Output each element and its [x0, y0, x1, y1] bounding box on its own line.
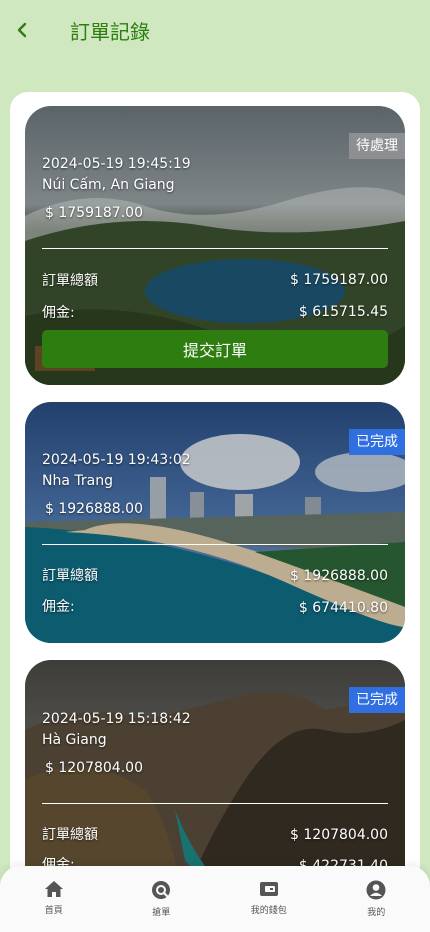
- order-amount: $ 1207804.00: [45, 760, 143, 776]
- tab-profile[interactable]: 我的: [323, 866, 430, 932]
- commission-label: 佣金:: [42, 305, 75, 321]
- status-badge: 已完成: [349, 429, 405, 455]
- divider: [42, 803, 388, 804]
- wallet-icon: [259, 882, 278, 896]
- order-amount: $ 1759187.00: [45, 205, 143, 221]
- tab-label: 搶單: [152, 908, 171, 918]
- home-icon: [44, 881, 63, 897]
- total-label: 訂單總額: [42, 827, 98, 843]
- total-label: 訂單總額: [42, 568, 98, 584]
- commission-value: $ 674410.80: [298, 600, 388, 616]
- total-value: $ 1207804.00: [290, 827, 388, 843]
- status-badge: 已完成: [349, 687, 405, 713]
- commission-value: $ 615715.45: [298, 304, 388, 320]
- status-badge: 待處理: [349, 133, 405, 159]
- order-place: Núi Cấm, An Giang: [42, 177, 175, 193]
- tab-grab-order[interactable]: 搶單: [108, 866, 216, 932]
- submit-order-button[interactable]: 提交訂單: [42, 330, 388, 368]
- order-datetime: 2024-05-19 19:43:02: [42, 452, 191, 468]
- tab-label: 我的: [367, 908, 386, 918]
- page-title: 訂單記錄: [70, 20, 150, 44]
- total-label: 訂單總額: [42, 273, 98, 289]
- tab-home[interactable]: 首頁: [0, 866, 108, 932]
- tab-label: 首頁: [44, 906, 63, 916]
- tab-wallet[interactable]: 我的錢包: [215, 866, 323, 932]
- header: 訂單記錄: [0, 0, 430, 62]
- chevron-left-icon: [17, 22, 27, 38]
- order-card: 待處理 2024-05-19 19:45:19 Núi Cấm, An Gian…: [25, 106, 405, 385]
- tab-label: 我的錢包: [250, 906, 287, 916]
- order-datetime: 2024-05-19 15:18:42: [42, 711, 191, 727]
- bottom-tab-bar: 首頁 搶單 我的錢包 我的: [0, 866, 430, 932]
- total-value: $ 1759187.00: [290, 272, 388, 288]
- order-amount: $ 1926888.00: [45, 501, 143, 517]
- back-button[interactable]: [10, 18, 34, 42]
- order-place: Hà Giang: [42, 732, 107, 748]
- order-datetime: 2024-05-19 19:45:19: [42, 156, 191, 172]
- search-order-icon: [152, 881, 171, 899]
- commission-label: 佣金:: [42, 599, 75, 615]
- user-icon: [366, 880, 386, 900]
- total-value: $ 1926888.00: [290, 568, 388, 584]
- divider: [42, 544, 388, 545]
- divider: [42, 248, 388, 249]
- order-place: Nha Trang: [42, 473, 113, 489]
- order-card: 已完成 2024-05-19 19:43:02 Nha Trang $ 1926…: [25, 402, 405, 643]
